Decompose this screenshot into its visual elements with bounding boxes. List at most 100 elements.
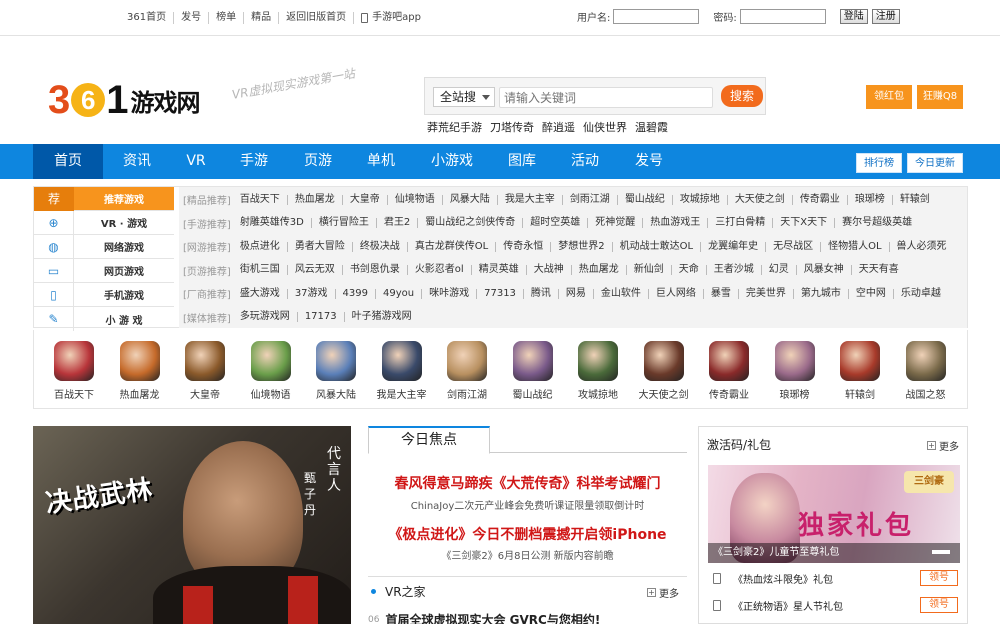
earn-q-button[interactable]: 狂赚Q8 <box>917 85 963 109</box>
search-scope-select[interactable]: 全站搜 <box>433 87 495 107</box>
category-mobile[interactable]: ▯ 手机游戏 <box>34 282 174 307</box>
category-game-link[interactable]: 蜀山战纪之剑侠传奇 <box>418 218 524 228</box>
category-game-link[interactable]: 蜀山战纪 <box>618 194 673 205</box>
category-game-link[interactable]: 完美世界 <box>739 288 794 299</box>
search-input[interactable] <box>499 87 713 108</box>
category-game-link[interactable]: 传奇霸业 <box>793 194 848 205</box>
game-icon-item[interactable]: 传奇霸业 <box>698 341 760 401</box>
category-game-link[interactable]: 叶子猪游戏网 <box>345 312 419 322</box>
focus-subline[interactable]: ChinaJoy二次元产业峰会免费听课证限量领取倒计时 <box>368 497 687 512</box>
category-game-link[interactable]: 热血屠龙 <box>288 194 343 205</box>
category-game-link[interactable]: 空中网 <box>849 288 894 299</box>
category-game-link[interactable]: 攻城掠地 <box>673 194 728 205</box>
category-game-link[interactable]: 多玩游戏网 <box>233 312 298 322</box>
category-recommended[interactable]: 荐 推荐游戏 <box>34 186 174 211</box>
category-game-link[interactable]: 49you <box>376 288 423 299</box>
game-icon-item[interactable]: 轩辕剑 <box>829 341 891 401</box>
vr-more-link[interactable]: + 更多 <box>647 585 679 600</box>
category-game-link[interactable]: 腾讯 <box>524 288 559 299</box>
category-game-link[interactable]: 机动战士敢达OL <box>613 241 702 252</box>
username-input[interactable] <box>613 9 700 24</box>
category-game-link[interactable]: 17173 <box>298 312 345 322</box>
category-game-link[interactable]: 终极决战 <box>353 241 408 252</box>
gift-panel-title[interactable]: 激活码/礼包 <box>707 436 771 453</box>
game-icon-item[interactable]: 剑雨江湖 <box>436 341 498 401</box>
category-game-link[interactable]: 极点进化 <box>233 241 288 252</box>
gift-name[interactable]: 《正统物语》星人节礼包 <box>733 598 843 613</box>
nav-vr[interactable]: VR <box>171 144 221 179</box>
category-game-link[interactable]: 横行冒险王 <box>312 218 377 228</box>
category-game-link[interactable]: 天天有喜 <box>852 265 906 275</box>
nav-events[interactable]: 活动 <box>553 144 617 179</box>
category-game-link[interactable]: 风暴大陆 <box>443 194 498 205</box>
login-button[interactable]: 登陆 <box>839 9 868 24</box>
nav-codes[interactable]: 发号 <box>617 144 681 179</box>
game-icon-item[interactable]: 攻城掠地 <box>567 341 629 401</box>
site-logo[interactable]: 3 6 1 游戏网 <box>48 78 201 122</box>
category-game-link[interactable]: 无尽战区 <box>766 241 822 252</box>
category-game-link[interactable]: 大天使之剑 <box>728 194 793 205</box>
category-online[interactable]: ◍ 网络游戏 <box>34 234 174 259</box>
category-game-link[interactable]: 金山软件 <box>594 288 649 299</box>
category-game-link[interactable]: 风暴女神 <box>797 265 852 275</box>
nav-single-player[interactable]: 单机 <box>349 144 413 179</box>
category-game-link[interactable]: 精灵英雄 <box>472 265 527 275</box>
category-vr[interactable]: ⊕ VR · 游戏 <box>34 210 174 235</box>
category-game-link[interactable]: 暴雪 <box>704 288 739 299</box>
top-link-rank[interactable]: 榜单 <box>209 12 245 24</box>
category-game-link[interactable]: 咪咔游戏 <box>422 288 478 299</box>
game-icon-item[interactable]: 仙境物语 <box>240 341 302 401</box>
hot-keyword[interactable]: 醉逍遥 <box>542 119 575 135</box>
category-game-link[interactable]: 新仙剑 <box>627 265 672 275</box>
carousel-indicator[interactable] <box>932 550 950 554</box>
top-link-app[interactable]: 手游吧app <box>354 12 428 24</box>
focus-headline[interactable]: 《极点进化》今日不删档震撼开启领iPhone <box>368 524 687 544</box>
nav-home[interactable]: 首页 <box>33 144 103 179</box>
game-icon-item[interactable]: 大皇帝 <box>174 341 236 401</box>
ranking-button[interactable]: 排行榜 <box>856 153 902 173</box>
game-icon-item[interactable]: 风暴大陆 <box>305 341 367 401</box>
nav-gallery[interactable]: 图库 <box>491 144 553 179</box>
category-game-link[interactable]: 第九城市 <box>794 288 849 299</box>
top-link-old-version[interactable]: 返回旧版首页 <box>279 12 355 24</box>
category-game-link[interactable]: 幻灵 <box>762 265 797 275</box>
today-update-button[interactable]: 今日更新 <box>907 153 963 173</box>
category-game-link[interactable]: 剑雨江湖 <box>563 194 618 205</box>
hot-keyword[interactable]: 刀塔传奇 <box>490 119 534 135</box>
red-packet-button[interactable]: 领红包 <box>866 85 912 109</box>
promo-banner[interactable]: 决战武林 代言人 甄子丹 <box>33 426 351 624</box>
game-icon-item[interactable]: 大天使之剑 <box>633 341 695 401</box>
category-game-link[interactable]: 4399 <box>336 288 376 299</box>
category-game-link[interactable]: 君王2 <box>377 218 419 228</box>
tab-today-focus[interactable]: 今日焦点 <box>368 426 490 454</box>
category-game-link[interactable]: 轩辕剑 <box>893 194 937 205</box>
category-game-link[interactable]: 37游戏 <box>288 288 336 299</box>
category-game-link[interactable]: 我是大主宰 <box>498 194 563 205</box>
hot-keyword[interactable]: 莽荒纪手游 <box>427 119 482 135</box>
category-game-link[interactable]: 街机三国 <box>233 265 288 275</box>
category-game-link[interactable]: 兽人必须死 <box>890 241 954 252</box>
category-game-link[interactable]: 网易 <box>559 288 594 299</box>
game-icon-item[interactable]: 我是大主宰 <box>371 341 433 401</box>
category-game-link[interactable]: 热血屠龙 <box>572 265 627 275</box>
game-icon-item[interactable]: 热血屠龙 <box>109 341 171 401</box>
category-game-link[interactable]: 风云无双 <box>288 265 343 275</box>
category-game-link[interactable]: 勇者大冒险 <box>288 241 353 252</box>
vr-news-item[interactable]: 06 首届全球虚拟现实大会 GVRC与您相约! <box>368 611 687 624</box>
claim-button[interactable]: 领号 <box>920 570 958 586</box>
game-icon-item[interactable]: 蜀山战纪 <box>502 341 564 401</box>
category-game-link[interactable]: 天命 <box>672 265 707 275</box>
nav-mini-games[interactable]: 小游戏 <box>413 144 491 179</box>
hot-keyword[interactable]: 仙侠世界 <box>583 119 627 135</box>
nav-web-games[interactable]: 页游 <box>287 144 349 179</box>
category-game-link[interactable]: 三打白骨精 <box>708 218 774 228</box>
category-game-link[interactable]: 琅琊榜 <box>848 194 893 205</box>
category-game-link[interactable]: 大战神 <box>527 265 572 275</box>
register-button[interactable]: 注册 <box>871 9 900 24</box>
password-input[interactable] <box>739 9 826 24</box>
category-game-link[interactable]: 龙翼编年史 <box>701 241 767 252</box>
vr-section-title[interactable]: VR之家 <box>385 583 426 600</box>
category-game-link[interactable]: 射雕英雄传3D <box>233 218 312 228</box>
category-game-link[interactable]: 真古龙群侠传OL <box>408 241 497 252</box>
category-game-link[interactable]: 仙境物语 <box>388 194 443 205</box>
